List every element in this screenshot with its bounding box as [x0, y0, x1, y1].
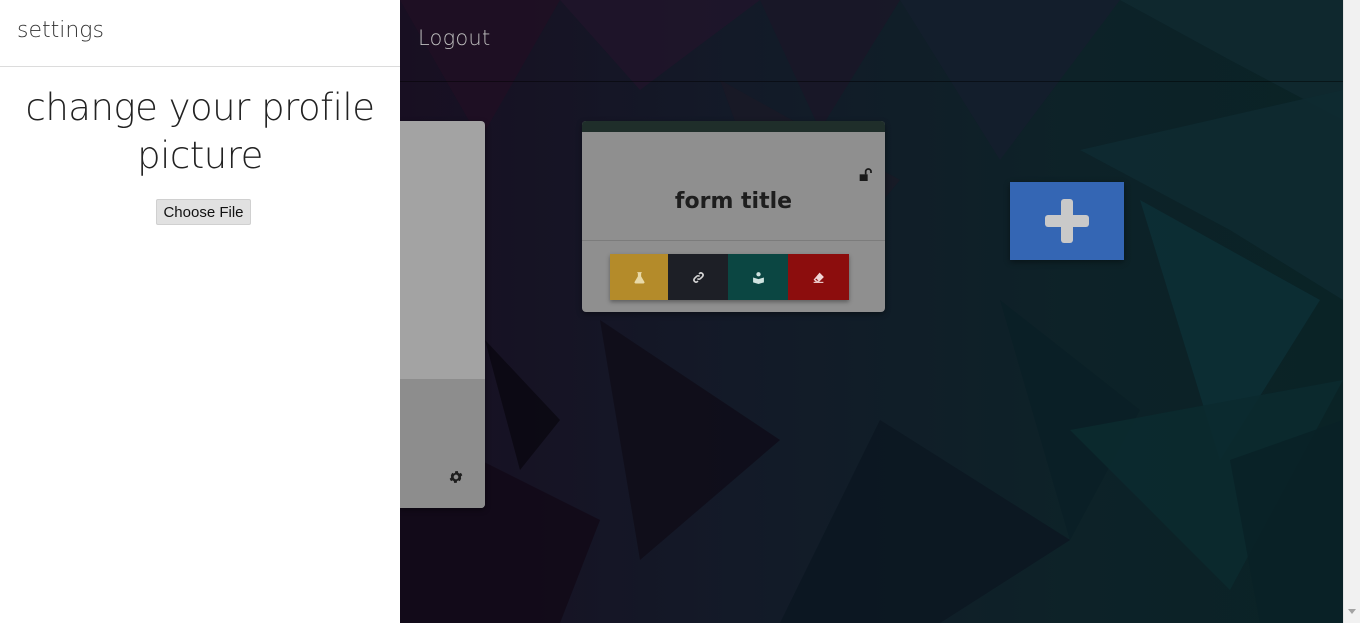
link-button[interactable]	[668, 254, 728, 300]
choose-file-button[interactable]: Choose File	[156, 199, 251, 225]
link-icon	[692, 271, 704, 283]
form-card-stripe	[582, 121, 885, 132]
add-form-button[interactable]	[1010, 182, 1124, 260]
lock-open-icon[interactable]	[857, 167, 873, 183]
profile-card-footer	[400, 379, 485, 508]
settings-panel: settings change your profile picture Cho…	[0, 0, 400, 623]
form-card-header: form title	[582, 132, 885, 241]
profile-picture-heading: change your profile picture	[25, 86, 375, 177]
gear-icon[interactable]	[448, 469, 464, 485]
settings-header: settings	[0, 0, 400, 67]
form-title[interactable]: form title	[582, 189, 885, 214]
logout-link[interactable]: Logout	[418, 26, 490, 50]
flask-icon	[633, 271, 645, 283]
reader-icon	[752, 271, 764, 284]
plus-icon	[1045, 199, 1089, 243]
settings-title: settings	[17, 18, 104, 43]
form-actions	[610, 254, 849, 300]
topbar-divider	[400, 81, 1343, 82]
delete-button[interactable]	[788, 254, 849, 300]
test-button[interactable]	[610, 254, 668, 300]
profile-card	[400, 121, 485, 508]
vertical-scrollbar[interactable]	[1343, 0, 1360, 623]
scroll-down-arrow-icon[interactable]	[1348, 609, 1356, 614]
form-card: form title	[582, 121, 885, 312]
responses-button[interactable]	[728, 254, 788, 300]
eraser-icon	[813, 272, 824, 283]
